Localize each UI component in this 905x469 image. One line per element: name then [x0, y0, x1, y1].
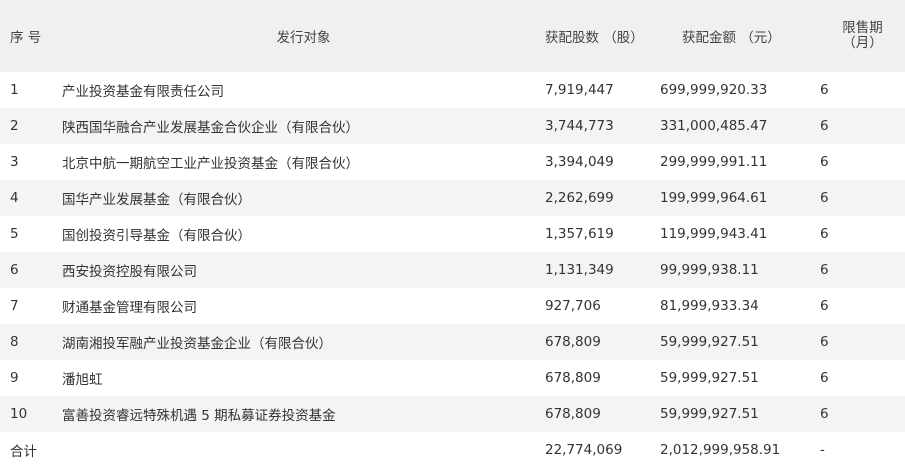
total-label: 合计: [10, 444, 37, 460]
cell-investor: 潘旭虹: [62, 372, 103, 388]
cell-shares: 678,809: [545, 370, 601, 386]
allocation-table: 序 号 发行对象 获配股数 （股） 获配金额 （元） 限售期 （月） 1 产业投…: [0, 0, 905, 468]
cell-lockup: 6: [820, 82, 829, 98]
cell-serial-number: 10: [10, 406, 28, 422]
total-lockup: -: [820, 442, 825, 458]
cell-serial-number: 9: [10, 370, 19, 386]
table-row: 1 产业投资基金有限责任公司 7,919,447 699,999,920.33 …: [0, 72, 905, 108]
cell-investor: 西安投资控股有限公司: [62, 264, 197, 280]
cell-investor: 湖南湘投军融产业投资基金企业（有限合伙）: [62, 336, 332, 352]
cell-investor: 富善投资睿远特殊机遇 5 期私募证券投资基金: [62, 408, 336, 424]
cell-investor: 国创投资引导基金（有限合伙）: [62, 228, 251, 244]
cell-shares: 678,809: [545, 406, 601, 422]
total-investor-empty: [62, 432, 545, 468]
cell-lockup: 6: [820, 226, 829, 242]
header-serial-number: 序 号: [10, 30, 42, 46]
total-shares: 22,774,069: [545, 442, 623, 458]
cell-amount: 299,999,991.11: [660, 154, 768, 170]
cell-lockup: 6: [820, 406, 829, 422]
cell-serial-number: 4: [10, 190, 19, 206]
cell-investor: 国华产业发展基金（有限合伙）: [62, 192, 251, 208]
cell-serial-number: 6: [10, 262, 19, 278]
header-lockup-line2: （月）: [842, 35, 883, 51]
cell-amount: 81,999,933.34: [660, 298, 759, 314]
cell-serial-number: 2: [10, 118, 19, 134]
table-row: 9 潘旭虹 678,809 59,999,927.51 6: [0, 360, 905, 396]
table-row: 6 西安投资控股有限公司 1,131,349 99,999,938.11 6: [0, 252, 905, 288]
table-row: 3 北京中航一期航空工业产业投资基金（有限合伙） 3,394,049 299,9…: [0, 144, 905, 180]
cell-serial-number: 8: [10, 334, 19, 350]
table-header-row: 序 号 发行对象 获配股数 （股） 获配金额 （元） 限售期 （月）: [0, 0, 905, 72]
cell-shares: 3,394,049: [545, 154, 614, 170]
header-lockup-period: 限售期 （月）: [820, 0, 905, 72]
total-amount: 2,012,999,958.91: [660, 442, 781, 458]
cell-amount: 99,999,938.11: [660, 262, 759, 278]
table-row: 2 陕西国华融合产业发展基金合伙企业（有限合伙） 3,744,773 331,0…: [0, 108, 905, 144]
cell-lockup: 6: [820, 118, 829, 134]
cell-shares: 1,357,619: [545, 226, 614, 242]
table-row: 4 国华产业发展基金（有限合伙） 2,262,699 199,999,964.6…: [0, 180, 905, 216]
cell-amount: 59,999,927.51: [660, 370, 759, 386]
cell-shares: 678,809: [545, 334, 601, 350]
header-investor: 发行对象: [276, 30, 331, 46]
cell-lockup: 6: [820, 370, 829, 386]
cell-amount: 331,000,485.47: [660, 118, 768, 134]
cell-amount: 699,999,920.33: [660, 82, 768, 98]
cell-shares: 1,131,349: [545, 262, 614, 278]
table-row: 10 富善投资睿远特殊机遇 5 期私募证券投资基金 678,809 59,999…: [0, 396, 905, 432]
table-row: 5 国创投资引导基金（有限合伙） 1,357,619 119,999,943.4…: [0, 216, 905, 252]
cell-amount: 59,999,927.51: [660, 334, 759, 350]
cell-shares: 3,744,773: [545, 118, 614, 134]
cell-investor: 北京中航一期航空工业产业投资基金（有限合伙）: [62, 156, 359, 172]
table-row: 8 湖南湘投军融产业投资基金企业（有限合伙） 678,809 59,999,92…: [0, 324, 905, 360]
header-allocated-shares: 获配股数 （股）: [545, 30, 644, 46]
cell-investor: 财通基金管理有限公司: [62, 300, 197, 316]
header-lockup-line1: 限售期: [842, 20, 883, 36]
cell-shares: 7,919,447: [545, 82, 614, 98]
table-row: 7 财通基金管理有限公司 927,706 81,999,933.34 6: [0, 288, 905, 324]
cell-serial-number: 1: [10, 82, 19, 98]
cell-lockup: 6: [820, 298, 829, 314]
cell-amount: 199,999,964.61: [660, 190, 768, 206]
cell-shares: 927,706: [545, 298, 601, 314]
cell-lockup: 6: [820, 190, 829, 206]
cell-serial-number: 3: [10, 154, 19, 170]
cell-investor: 陕西国华融合产业发展基金合伙企业（有限合伙）: [62, 120, 359, 136]
cell-lockup: 6: [820, 154, 829, 170]
cell-lockup: 6: [820, 334, 829, 350]
cell-investor: 产业投资基金有限责任公司: [62, 84, 224, 100]
cell-amount: 59,999,927.51: [660, 406, 759, 422]
total-row: 合计 22,774,069 2,012,999,958.91 -: [0, 432, 905, 468]
cell-shares: 2,262,699: [545, 190, 614, 206]
cell-amount: 119,999,943.41: [660, 226, 768, 242]
cell-serial-number: 5: [10, 226, 19, 242]
cell-lockup: 6: [820, 262, 829, 278]
header-allocated-amount: 获配金额 （元）: [682, 30, 781, 46]
cell-serial-number: 7: [10, 298, 19, 314]
